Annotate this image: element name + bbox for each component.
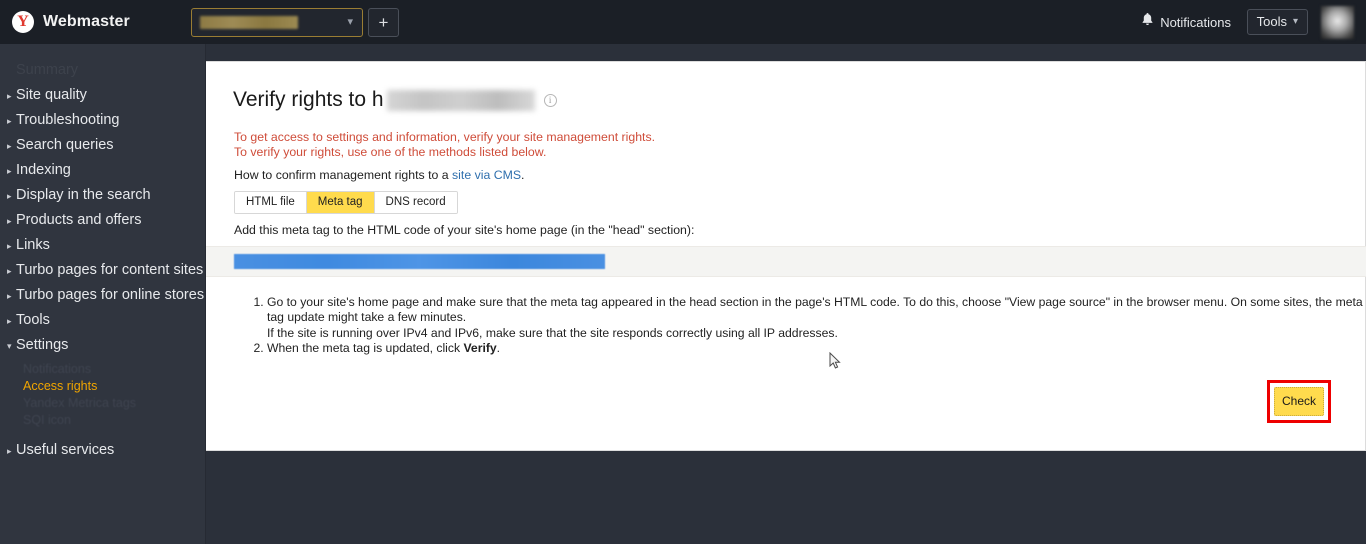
- tab-dns-record[interactable]: DNS record: [374, 192, 457, 213]
- yandex-logo-icon: Y: [12, 11, 34, 33]
- sidebar-item-label: Site quality: [16, 87, 87, 103]
- tools-menu-button[interactable]: Tools ▾: [1246, 9, 1308, 35]
- verification-method-tabs: HTML file Meta tag DNS record: [234, 191, 458, 214]
- tab-meta-tag[interactable]: Meta tag: [306, 192, 375, 213]
- sidebar-item-search-queries[interactable]: ▸ Search queries: [0, 136, 205, 161]
- step-1-text: Go to your site's home page and make sur…: [267, 295, 1363, 325]
- chevron-right-icon: ▸: [7, 316, 12, 326]
- sidebar-item-display-in-the-search[interactable]: ▸ Display in the search: [0, 186, 205, 211]
- sidebar-item-products-and-offers[interactable]: ▸ Products and offers: [0, 211, 205, 236]
- sidebar-item-links[interactable]: ▸ Links: [0, 236, 205, 261]
- chevron-right-icon: ▸: [7, 116, 12, 126]
- notifications-button[interactable]: Notifications: [1141, 12, 1231, 32]
- page-title: Verify rights to h i: [233, 88, 557, 112]
- step-2-bold: Verify: [463, 340, 497, 355]
- cms-help-link[interactable]: site via CMS: [452, 168, 521, 182]
- chevron-down-icon: ▾: [1292, 16, 1298, 27]
- sidebar-item-label: Indexing: [16, 162, 71, 178]
- bell-icon: [1141, 12, 1154, 32]
- sidebar: Summary ▸ Site quality ▸ Troubleshooting…: [0, 44, 206, 544]
- list-item: When the meta tag is updated, click Veri…: [267, 341, 1365, 356]
- site-selector-dropdown[interactable]: ▾: [191, 8, 363, 37]
- chevron-right-icon: ▸: [7, 291, 12, 301]
- sidebar-item-turbo-pages-content[interactable]: ▸ Turbo pages for content sites: [0, 261, 205, 286]
- notifications-label: Notifications: [1160, 14, 1231, 30]
- sidebar-item-label: Turbo pages for online stores: [16, 287, 205, 303]
- sidebar-item-site-quality[interactable]: ▸ Site quality: [0, 86, 205, 111]
- verification-steps-list: Go to your site's home page and make sur…: [247, 295, 1365, 356]
- sidebar-item-label: Links: [16, 237, 50, 253]
- main-content-card: Verify rights to h i To get access to se…: [206, 61, 1366, 451]
- verification-warning-line2: To verify your rights, use one of the me…: [234, 144, 547, 159]
- chevron-right-icon: ▸: [7, 191, 12, 201]
- site-host-redacted: [386, 89, 535, 111]
- list-item: Go to your site's home page and make sur…: [267, 295, 1365, 341]
- sidebar-item-label: Troubleshooting: [16, 112, 120, 128]
- sidebar-item-label: Products and offers: [16, 212, 142, 228]
- cms-help-suffix: .: [521, 168, 525, 182]
- tools-label: Tools: [1256, 14, 1287, 29]
- verification-warning: To get access to settings and informatio…: [234, 130, 655, 159]
- sidebar-item-troubleshooting[interactable]: ▸ Troubleshooting: [0, 111, 205, 136]
- sidebar-subitem-notifications[interactable]: Notifications: [0, 361, 205, 378]
- chevron-right-icon: ▸: [7, 141, 12, 151]
- site-selector-value: [200, 16, 298, 29]
- check-button[interactable]: Check: [1274, 387, 1324, 416]
- sidebar-item-label: Settings: [16, 337, 69, 353]
- sidebar-item-summary[interactable]: Summary: [0, 61, 205, 86]
- step-2-prefix: When the meta tag is updated, click: [267, 340, 464, 355]
- chevron-right-icon: ▸: [7, 446, 12, 456]
- sidebar-item-label: Search queries: [16, 137, 114, 153]
- brand-name: Webmaster: [43, 13, 130, 30]
- add-site-button[interactable]: +: [368, 8, 399, 37]
- cms-help-line: How to confirm management rights to a si…: [234, 168, 524, 182]
- top-header-bar: Y Webmaster ▾ + Notifications Tools ▾: [0, 0, 1366, 44]
- step-1-note: If the site is running over IPv4 and IPv…: [267, 325, 838, 340]
- brand-logo[interactable]: Y Webmaster: [12, 11, 130, 33]
- cms-help-text: How to confirm management rights to a: [234, 168, 453, 182]
- info-icon[interactable]: i: [543, 93, 557, 107]
- chevron-right-icon: ▸: [7, 166, 12, 176]
- sidebar-subitem-access-rights[interactable]: Access rights: [0, 378, 205, 395]
- sidebar-item-label: Display in the search: [16, 187, 151, 203]
- chevron-right-icon: ▸: [7, 91, 12, 101]
- sidebar-item-indexing[interactable]: ▸ Indexing: [0, 161, 205, 186]
- sidebar-item-turbo-pages-stores[interactable]: ▸ Turbo pages for online stores: [0, 286, 205, 311]
- chevron-right-icon: ▸: [7, 216, 12, 226]
- code-instruction-text: Add this meta tag to the HTML code of yo…: [234, 223, 695, 237]
- sidebar-subitem-sqi-icon[interactable]: SQI icon: [0, 412, 205, 429]
- sidebar-item-useful-services[interactable]: ▸ Useful services: [0, 441, 205, 466]
- sidebar-item-settings[interactable]: ▾ Settings: [0, 336, 205, 361]
- sidebar-item-label: Summary: [16, 62, 79, 78]
- tab-html-file[interactable]: HTML file: [235, 192, 307, 213]
- sidebar-item-label: Tools: [16, 312, 50, 328]
- meta-tag-code-selection: [234, 254, 605, 269]
- step-2-suffix: .: [496, 340, 501, 355]
- meta-tag-code-block[interactable]: [206, 246, 1366, 277]
- sidebar-item-label: Turbo pages for content sites: [16, 262, 204, 278]
- verification-warning-line1: To get access to settings and informatio…: [234, 130, 656, 144]
- sidebar-item-tools[interactable]: ▸ Tools: [0, 311, 205, 336]
- chevron-down-icon: ▾: [347, 16, 353, 28]
- avatar[interactable]: [1321, 6, 1354, 39]
- chevron-right-icon: ▸: [7, 266, 12, 276]
- chevron-right-icon: ▸: [7, 241, 12, 251]
- sidebar-item-label: Useful services: [16, 442, 115, 458]
- page-title-text: Verify rights to h: [233, 88, 384, 111]
- sidebar-subitem-yandex-metrica-tags[interactable]: Yandex Metrica tags: [0, 395, 205, 412]
- chevron-down-icon: ▾: [7, 341, 12, 351]
